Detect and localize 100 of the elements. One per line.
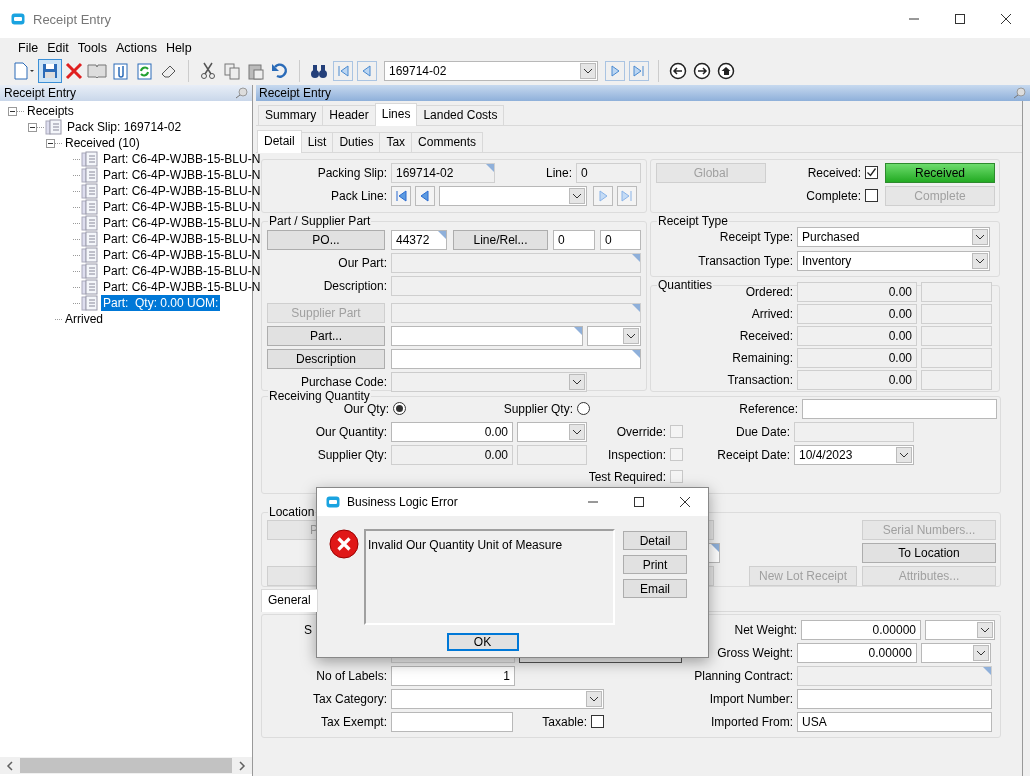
next-record-icon[interactable] (605, 61, 625, 81)
line-field[interactable]: 0 (576, 162, 641, 183)
description-button[interactable]: Description (267, 348, 385, 369)
description-field[interactable] (391, 275, 641, 296)
tree-item[interactable]: Part: C6-4P-WJBB-15-BLU-N (101, 167, 263, 183)
unit-field[interactable] (921, 304, 992, 324)
book-icon[interactable] (86, 61, 108, 81)
part-field[interactable] (391, 325, 583, 346)
unit-field[interactable] (921, 282, 992, 302)
unit-field[interactable] (921, 326, 992, 346)
tree-item[interactable]: Arrived (63, 311, 105, 327)
our-quantity-field[interactable]: 0.00 (391, 421, 513, 442)
unit-field[interactable] (517, 444, 587, 465)
tree-item[interactable]: Part: C6-4P-WJBB-15-BLU-N (101, 231, 263, 247)
import-number-field[interactable] (797, 688, 992, 709)
tab[interactable]: Lines (374, 103, 418, 126)
tree-item[interactable]: Pack Slip: 169714-02 (65, 119, 184, 135)
menu-item[interactable]: Help (164, 40, 196, 55)
previous-record-icon[interactable] (357, 61, 377, 81)
panel-title: Receipt Entry (4, 86, 77, 100)
checkbox[interactable] (865, 189, 878, 202)
tab[interactable]: Landed Costs (416, 105, 505, 125)
tab[interactable]: Comments (411, 132, 484, 152)
menu-item[interactable]: Actions (114, 40, 161, 55)
po-button[interactable]: PO... (267, 229, 385, 250)
our-part-field[interactable] (391, 252, 641, 273)
tab[interactable]: Detail (257, 130, 302, 153)
part-button[interactable]: Part... (267, 325, 385, 346)
paste-icon[interactable] (245, 61, 267, 81)
receipt-date-combo[interactable]: 10/4/2023 (794, 444, 914, 465)
save-icon[interactable] (38, 59, 62, 83)
type-combo[interactable]: Inventory (797, 251, 990, 271)
menu-item[interactable]: Edit (46, 40, 73, 55)
po-field[interactable]: 44372 (391, 229, 447, 250)
tab[interactable]: General (261, 589, 318, 612)
type-combo[interactable]: Purchased (797, 227, 990, 247)
first-record-icon[interactable] (391, 185, 411, 206)
tax-exempt-field[interactable] (391, 711, 513, 732)
dialog-button[interactable]: Detail (623, 531, 687, 550)
maximize-icon[interactable] (633, 496, 645, 508)
last-record-icon[interactable] (629, 61, 649, 81)
radio-button[interactable] (577, 402, 590, 415)
imported-from-field[interactable]: USA (797, 711, 992, 732)
checkbox[interactable] (865, 166, 878, 179)
expander-icon[interactable] (28, 122, 37, 132)
tree-item[interactable]: Part: Qty: 0.00 UOM: (101, 295, 221, 311)
received-button[interactable]: Received (885, 162, 995, 183)
net-weight-field[interactable]: 0.00000 (801, 619, 921, 640)
quantity-field[interactable]: 0.00 (797, 370, 917, 390)
packing-slip-field[interactable]: 169714-02 (391, 162, 495, 183)
menu-item[interactable]: File (17, 40, 43, 55)
close-icon[interactable] (1000, 13, 1012, 25)
next-record-icon[interactable] (593, 185, 613, 206)
supplier-part-field[interactable] (391, 302, 641, 323)
quantity-field[interactable]: 0.00 (797, 326, 917, 346)
quantity-field[interactable]: 0.00 (797, 348, 917, 368)
forward-icon[interactable] (691, 61, 713, 81)
expander-icon[interactable] (8, 106, 17, 116)
description-field[interactable] (391, 348, 641, 369)
tree-item[interactable]: Part: C6-4P-WJBB-15-BLU-N (101, 199, 263, 215)
last-record-icon[interactable] (617, 185, 637, 206)
tree-item[interactable]: Part: C6-4P-WJBB-15-BLU-N (101, 247, 263, 263)
tree-item[interactable]: Part: C6-4P-WJBB-15-BLU-N (101, 151, 263, 167)
menu-item[interactable]: Tools (76, 40, 111, 55)
ok-button[interactable]: OK (446, 633, 519, 651)
dialog-button[interactable]: Email (623, 579, 687, 598)
unit-field[interactable] (921, 370, 992, 390)
quantity-field[interactable]: 0.00 (797, 282, 917, 302)
line-release-button[interactable]: Line/Rel... (453, 229, 548, 250)
home-icon[interactable] (715, 61, 737, 81)
release-field[interactable]: 0 (600, 229, 641, 250)
tree-item[interactable]: Part: C6-4P-WJBB-15-BLU-N (101, 215, 263, 231)
reference-field[interactable] (802, 398, 997, 419)
gross-weight-field[interactable]: 0.00000 (797, 642, 917, 663)
expander-icon[interactable] (46, 138, 55, 148)
maximize-icon[interactable] (954, 13, 966, 25)
due-date-field[interactable] (794, 421, 914, 442)
previous-record-icon[interactable] (415, 185, 435, 206)
close-icon[interactable] (679, 496, 691, 508)
planning-contract-field[interactable] (797, 665, 992, 686)
tree-item[interactable]: Received (10) (63, 135, 142, 151)
tree-item[interactable]: Part: C6-4P-WJBB-15-BLU-N (101, 263, 263, 279)
delete-icon[interactable] (64, 61, 84, 81)
tree-item[interactable]: Part: C6-4P-WJBB-15-BLU-N (101, 279, 263, 295)
record-combo[interactable]: 169714-02 (384, 61, 598, 81)
supplier-qty-field[interactable]: 0.00 (391, 444, 513, 465)
line-field[interactable]: 0 (553, 229, 595, 250)
to-location-button[interactable]: To Location (862, 542, 996, 563)
radio-button[interactable] (393, 402, 406, 415)
tab[interactable]: Summary (258, 105, 324, 125)
quantity-field[interactable]: 0.00 (797, 304, 917, 324)
checkbox[interactable] (591, 715, 604, 728)
unit-field[interactable] (921, 348, 992, 368)
back-icon[interactable] (667, 61, 689, 81)
labels-count-field[interactable]: 1 (391, 665, 515, 686)
new-document-icon[interactable] (12, 61, 36, 81)
horizontal-scrollbar[interactable] (0, 757, 252, 774)
dialog-button[interactable]: Print (623, 555, 687, 574)
tree-item[interactable]: Part: C6-4P-WJBB-15-BLU-N (101, 183, 263, 199)
tree-item[interactable]: Receipts (25, 103, 76, 119)
